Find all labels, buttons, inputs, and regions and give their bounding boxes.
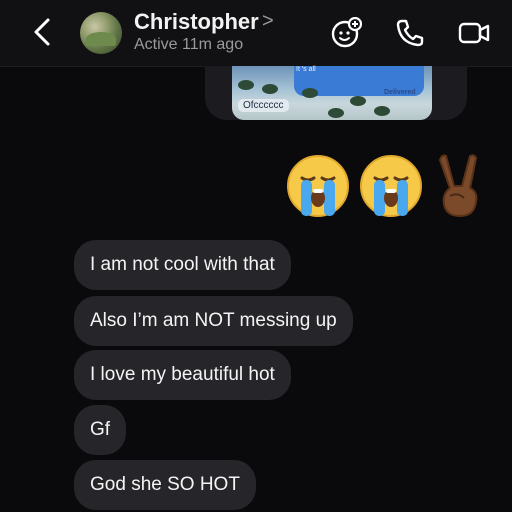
message-bubble[interactable]: God she SO HOT [74,460,256,510]
image-caption: Ofcccccc [238,99,289,112]
loudly-crying-face-emoji [287,155,349,217]
contact-name[interactable]: Christopher [134,9,259,35]
loudly-crying-face-emoji [360,155,422,217]
video-icon[interactable] [458,17,490,49]
games-icon[interactable] [330,17,362,49]
chat-header: Christopher > Active 11m ago [0,0,512,67]
active-status: Active 11m ago [134,36,244,53]
back-chevron-icon[interactable] [28,16,56,48]
message-bubble[interactable]: Gf [74,405,127,455]
phone-icon[interactable] [394,17,426,49]
avatar[interactable] [80,12,122,54]
shared-card-text: It 's all [296,66,316,73]
message-bubble[interactable]: Also I’m am NOT messing up [74,296,353,346]
message-bubble[interactable]: I love my beautiful hot [74,350,291,400]
message-bubble[interactable]: I am not cool with that [74,240,291,290]
delivered-label: Delivered [384,89,416,96]
victory-hand-emoji [439,154,478,217]
name-chevron-icon[interactable]: > [262,10,274,33]
